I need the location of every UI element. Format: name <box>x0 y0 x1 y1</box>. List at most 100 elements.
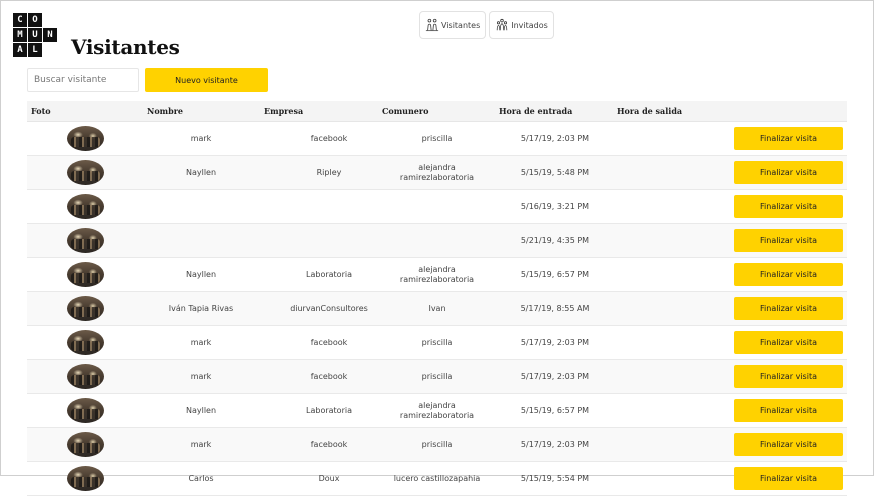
finalize-visit-button[interactable]: Finalizar visita <box>734 433 843 456</box>
tab-invitados[interactable]: Invitados <box>489 11 554 39</box>
cell-nombre: Nayllen <box>185 269 217 279</box>
header-comunero: Comunero <box>382 106 429 116</box>
logo-letter: O <box>28 13 42 27</box>
visitor-photo <box>67 262 104 287</box>
header-hora-entrada: Hora de entrada <box>499 106 573 116</box>
logo-blank <box>43 13 57 27</box>
logo-letter: U <box>28 28 42 42</box>
logo-blank <box>43 43 57 57</box>
cell-empresa: facebook <box>310 133 348 143</box>
visitor-photo <box>67 228 104 253</box>
cell-hora-entrada: 5/15/19, 6:57 PM <box>520 269 590 279</box>
cell-hora-salida <box>615 292 725 325</box>
cell-comunero: priscilla <box>421 133 453 143</box>
cell-empresa: facebook <box>310 439 348 449</box>
visitor-photo <box>67 160 104 185</box>
cell-nombre: Nayllen <box>185 405 217 415</box>
finalize-visit-button[interactable]: Finalizar visita <box>734 263 843 286</box>
header-foto: Foto <box>31 106 51 116</box>
table-header: Foto Nombre Empresa Comunero Hora de ent… <box>27 101 847 122</box>
cell-nombre: Carlos <box>188 473 214 483</box>
finalize-visit-button[interactable]: Finalizar visita <box>734 467 843 490</box>
cell-hora-salida <box>615 224 725 257</box>
cell-nombre: mark <box>190 133 212 143</box>
table-row: Iván Tapia Rivas diurvanConsultores Ivan 5/… <box>27 292 847 326</box>
cell-comunero: priscilla <box>421 439 453 449</box>
cell-hora-salida <box>615 326 725 359</box>
cell-hora-salida <box>615 428 725 461</box>
cell-hora-entrada: 5/21/19, 4:35 PM <box>520 235 590 245</box>
tab-label: Invitados <box>511 20 548 30</box>
cell-hora-entrada: 5/17/19, 2:03 PM <box>520 133 590 143</box>
cell-nombre: mark <box>190 371 212 381</box>
cell-hora-salida <box>615 258 725 291</box>
search-input[interactable] <box>27 68 139 92</box>
cell-hora-entrada: 5/15/19, 5:54 PM <box>520 473 590 483</box>
tab-label: Visitantes <box>441 20 481 30</box>
cell-hora-entrada: 5/15/19, 5:48 PM <box>520 167 590 177</box>
visitor-photo <box>67 466 104 491</box>
cell-empresa: Ripley <box>316 167 342 177</box>
visitors-icon <box>425 18 439 32</box>
finalize-visit-button[interactable]: Finalizar visita <box>734 195 843 218</box>
cell-comunero: alejandra ramirezlaboratoria <box>399 400 475 420</box>
cell-nombre: mark <box>190 439 212 449</box>
new-visitor-button[interactable]: Nuevo visitante <box>145 68 268 92</box>
table-row: mark facebook priscilla 5/17/19, 2:03 PM Fin… <box>27 360 847 394</box>
visitor-photo <box>67 398 104 423</box>
finalize-visit-button[interactable]: Finalizar visita <box>734 331 843 354</box>
cell-nombre <box>139 190 263 223</box>
guests-icon <box>497 18 508 31</box>
finalize-visit-button[interactable]: Finalizar visita <box>734 399 843 422</box>
logo-letter: A <box>13 43 27 57</box>
comunal-logo: C O M U N A L <box>13 13 57 57</box>
cell-nombre <box>139 224 263 257</box>
table-row: 5/16/19, 3:21 PM Finalizar visita <box>27 190 847 224</box>
cell-hora-entrada: 5/16/19, 3:21 PM <box>520 201 590 211</box>
cell-comunero <box>385 190 489 223</box>
table-row: mark facebook priscilla 5/17/19, 2:03 PM Fin… <box>27 122 847 156</box>
visitor-photo <box>67 126 104 151</box>
cell-empresa: diurvanConsultores <box>290 303 368 313</box>
header-nombre: Nombre <box>147 106 184 116</box>
cell-hora-entrada: 5/17/19, 8:55 AM <box>520 303 590 313</box>
table-row: mark facebook priscilla 5/17/19, 2:03 PM Fin… <box>27 326 847 360</box>
finalize-visit-button[interactable]: Finalizar visita <box>734 127 843 150</box>
visitor-photo <box>67 432 104 457</box>
cell-comunero: priscilla <box>421 371 453 381</box>
table-row: Nayllen Ripley alejandra ramirezlaboratori… <box>27 156 847 190</box>
cell-hora-salida <box>615 156 725 189</box>
cell-comunero: alejandra ramirezlaboratoria <box>399 162 475 182</box>
visitor-photo <box>67 296 104 321</box>
cell-empresa <box>263 190 395 223</box>
cell-empresa: Laboratoria <box>306 405 352 415</box>
logo-letter: L <box>28 43 42 57</box>
cell-comunero <box>385 224 489 257</box>
cell-hora-salida <box>615 462 725 495</box>
cell-nombre: mark <box>190 337 212 347</box>
cell-hora-entrada: 5/17/19, 2:03 PM <box>520 337 590 347</box>
cell-hora-salida <box>615 190 725 223</box>
visitors-table: Foto Nombre Empresa Comunero Hora de ent… <box>27 101 847 496</box>
finalize-visit-button[interactable]: Finalizar visita <box>734 161 843 184</box>
tab-visitantes[interactable]: Visitantes <box>419 11 487 39</box>
logo-letter: C <box>13 13 27 27</box>
logo-letter: N <box>43 28 57 42</box>
view-tabs: Visitantes Invitados <box>419 11 554 39</box>
cell-empresa: facebook <box>310 371 348 381</box>
logo-letter: M <box>13 28 27 42</box>
cell-comunero: priscilla <box>421 337 453 347</box>
cell-hora-entrada: 5/17/19, 2:03 PM <box>520 371 590 381</box>
cell-comunero: lucero castillozapahia <box>393 473 481 483</box>
finalize-visit-button[interactable]: Finalizar visita <box>734 297 843 320</box>
cell-hora-entrada: 5/17/19, 2:03 PM <box>520 439 590 449</box>
cell-comunero: alejandra ramirezlaboratoria <box>399 264 475 284</box>
cell-hora-entrada: 5/15/19, 6:57 PM <box>520 405 590 415</box>
visitor-photo <box>67 330 104 355</box>
cell-hora-salida <box>615 122 725 155</box>
finalize-visit-button[interactable]: Finalizar visita <box>734 229 843 252</box>
header-empresa: Empresa <box>264 106 304 116</box>
finalize-visit-button[interactable]: Finalizar visita <box>734 365 843 388</box>
table-row: Nayllen Laboratoria alejandra ramirezlabor… <box>27 394 847 428</box>
cell-nombre: Iván Tapia Rivas <box>168 303 234 313</box>
